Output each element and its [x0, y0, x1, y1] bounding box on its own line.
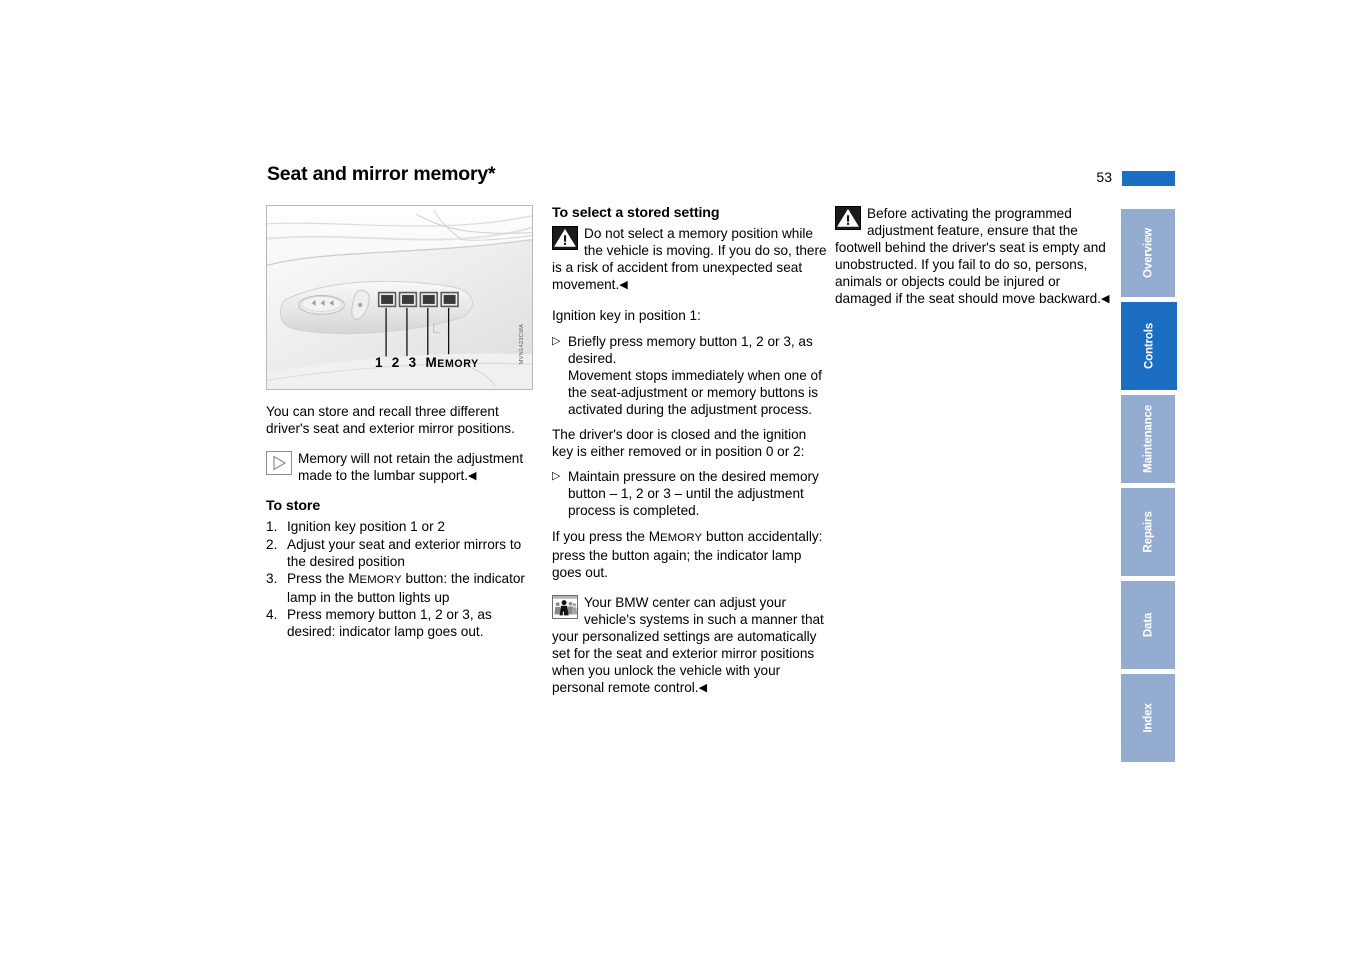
select-instructions-2: Maintain pressure on the desired memory …	[552, 468, 828, 519]
warning-triangle-icon	[835, 206, 861, 230]
footwell-warning-text: Before activating the programmed adjustm…	[835, 206, 1110, 307]
figure-caption-code: MVN1423CMA	[518, 324, 525, 365]
left-intro-paragraph: You can store and recall three different…	[266, 404, 515, 437]
select-instruction-item-2: Maintain pressure on the desired memory …	[552, 468, 828, 519]
to-store-step-2: Adjust your seat and exterior mirrors to…	[266, 536, 522, 569]
lumbar-support-note: Memory will not retain the adjustment ma…	[266, 450, 542, 485]
tab-repairs[interactable]: Repairs	[1121, 486, 1175, 578]
figure-button-labels: 1 2 3 MEMORY	[375, 354, 479, 373]
tab-repairs-label: Repairs	[1141, 511, 1155, 553]
left-column: 1 2 3 MEMORY MVN1423CMA You can store an…	[266, 205, 542, 640]
to-store-steps: Ignition key position 1 or 2 Adjust your…	[266, 518, 542, 640]
memory-word: M	[348, 570, 360, 586]
memory-word: M	[648, 528, 661, 544]
footwell-warning-endmark: ◀	[1101, 293, 1110, 306]
tab-overview-label: Overview	[1141, 228, 1155, 278]
tab-data[interactable]: Data	[1121, 579, 1175, 671]
right-column: Before activating the programmed adjustm…	[835, 205, 1111, 309]
note-endmark: ◀	[468, 470, 477, 483]
middle-column: To select a stored setting Do not select…	[552, 205, 828, 697]
moving-vehicle-warning-text: Do not select a memory position while th…	[552, 226, 827, 293]
select-instruction-line-2: Movement stops immediately when one of t…	[568, 367, 822, 417]
tab-controls[interactable]: Controls	[1121, 300, 1177, 392]
tab-maintenance[interactable]: Maintenance	[1121, 393, 1175, 485]
tab-controls-label: Controls	[1142, 322, 1156, 370]
warning-triangle-icon	[552, 226, 578, 251]
note-triangle-icon	[266, 451, 292, 476]
to-select-heading: To select a stored setting	[552, 205, 720, 221]
to-store-step-1: Ignition key position 1 or 2	[266, 518, 445, 535]
seat-memory-figure: 1 2 3 MEMORY MVN1423CMA	[266, 205, 533, 390]
service-note-endmark: ◀	[698, 682, 708, 695]
tab-index[interactable]: Index	[1121, 672, 1175, 764]
to-store-step-4: Press memory button 1, 2 or 3, as desire…	[266, 606, 492, 640]
page-number-accent-bar	[1122, 171, 1175, 186]
select-instruction-item-1: Briefly press memory button 1, 2 or 3, a…	[552, 333, 828, 418]
lumbar-support-note-text: Memory will not retain the adjustment ma…	[298, 451, 524, 484]
warning-endmark: ◀	[619, 279, 628, 292]
to-store-heading: To store	[266, 498, 321, 515]
footwell-warning: Before activating the programmed adjustm…	[835, 205, 1111, 309]
ignition-condition-1: Ignition key in position 1:	[552, 308, 701, 324]
page-title: Seat and mirror memory*	[267, 163, 496, 185]
select-instructions-1: Briefly press memory button 1, 2 or 3, a…	[552, 333, 828, 418]
service-people-icon	[552, 594, 578, 619]
select-instruction-line-1: Briefly press memory button 1, 2 or 3, a…	[568, 333, 813, 366]
tab-overview[interactable]: Overview	[1121, 207, 1175, 299]
page-number: 53	[1096, 169, 1112, 185]
bmw-center-service-note: Your BMW center can adjust your vehicle'…	[552, 594, 828, 698]
bmw-center-service-note-text: Your BMW center can adjust your vehicle'…	[552, 594, 824, 696]
manual-page: Seat and mirror memory* 53 1 2 3 MEMORY …	[0, 0, 1351, 954]
figure-label-memory: MEMORY	[425, 354, 479, 370]
moving-vehicle-warning: Do not select a memory position while th…	[552, 225, 828, 294]
accidental-press-paragraph: If you press the MEMORY button accidenta…	[552, 528, 823, 580]
tab-maintenance-label: Maintenance	[1141, 404, 1155, 474]
tab-index-label: Index	[1141, 703, 1155, 733]
tab-data-label: Data	[1141, 612, 1155, 638]
ignition-condition-2: The driver's door is closed and the igni…	[552, 427, 807, 460]
to-store-step-3: Press the MEMORY button: the indicator l…	[266, 570, 525, 605]
figure-label-numbers: 1 2 3	[375, 354, 422, 370]
